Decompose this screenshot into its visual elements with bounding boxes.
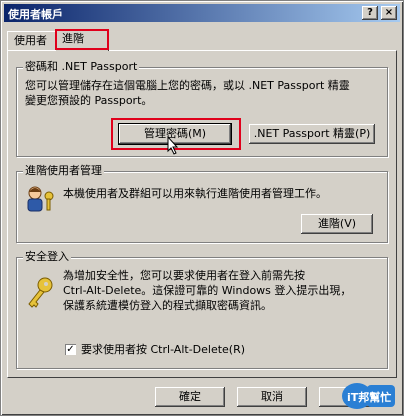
passwords-desc-line1: 您可以管理儲存在這個電腦上您的密碼，或以 .NET Passport 精靈 <box>25 79 350 92</box>
ithome-watermark-logo: iT邦幫忙 <box>341 381 397 411</box>
advanced-button[interactable]: 進階(V) <box>301 214 373 234</box>
advanced-panel: 密碼和 .NET Passport 您可以管理儲存在這個電腦上您的密碼，或以 .… <box>7 50 397 378</box>
ok-button[interactable]: 確定 <box>155 387 225 407</box>
passwords-desc-line2: 變更您預設的 Passport。 <box>25 94 153 107</box>
tab-highlight-box <box>55 29 109 50</box>
close-button[interactable]: × <box>381 6 397 20</box>
secure-desc-line3: 保護系統遭模仿登入的程式擷取密碼資訊。 <box>63 299 272 312</box>
ctrl-alt-delete-checkbox[interactable]: ✓ <box>65 344 76 355</box>
secure-logon-group-title: 安全登入 <box>23 250 71 264</box>
passport-wizard-button[interactable]: .NET Passport 精靈(P) <box>249 124 375 144</box>
key-icon <box>28 277 53 308</box>
help-button[interactable]: ? <box>362 6 378 20</box>
secure-desc-line1: 為增加安全性，您可以要求使用者在登入前需先按 <box>63 269 305 282</box>
tab-users[interactable]: 使用者 <box>7 31 61 50</box>
ctrl-alt-delete-label[interactable]: 要求使用者按 Ctrl-Alt-Delete(R) <box>81 342 245 357</box>
window-title: 使用者帳戶 <box>8 8 63 21</box>
user-accounts-dialog: 使用者帳戶 ? × 使用者 進階 密碼和 .NET Passport 您可以管理… <box>0 0 404 416</box>
passwords-group: 密碼和 .NET Passport 您可以管理儲存在這個電腦上您的密碼，或以 .… <box>16 60 388 157</box>
mouse-cursor-icon <box>167 136 179 155</box>
secure-logon-group: 安全登入 為增加安全性，您可以要求使用者在登入前需先按 Ctrl-Alt-Del… <box>16 250 388 369</box>
advanced-user-group: 進階使用者管理 本機使用者及群組可以用來執行進階使用者管理工作。 進階(V) <box>16 164 388 243</box>
title-bar: 使用者帳戶 ? × <box>4 4 400 22</box>
watermark-text: iT邦幫忙 <box>347 391 392 404</box>
secure-desc-line2: Ctrl-Alt-Delete。這保證可靠的 Windows 登入提示出現， <box>63 284 352 297</box>
passwords-group-title: 密碼和 .NET Passport <box>23 60 140 74</box>
advanced-user-group-title: 進階使用者管理 <box>23 164 104 178</box>
cancel-button[interactable]: 取消 <box>237 387 307 407</box>
advanced-user-desc: 本機使用者及群組可以用來執行進階使用者管理工作。 <box>63 187 327 200</box>
users-keys-icon <box>27 186 54 212</box>
